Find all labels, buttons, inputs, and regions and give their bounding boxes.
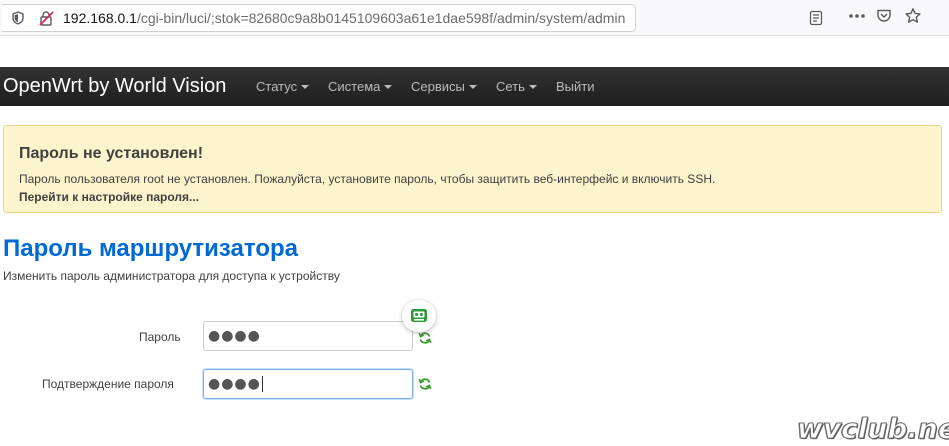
browser-toolbar: 192.168.0.1/cgi-bin/luci/;stok=82680c9a8… — [0, 0, 949, 36]
alert-title: Пароль не установлен! — [19, 145, 204, 162]
caret-down-icon — [301, 84, 310, 89]
password-manager-icon — [411, 309, 427, 322]
brand-logo[interactable]: OpenWrt by World Vision — [3, 67, 226, 106]
bookmark-star-icon[interactable] — [904, 7, 922, 25]
nav-menu-services[interactable]: Сервисы — [411, 67, 477, 106]
more-actions-icon[interactable] — [848, 10, 866, 22]
text-cursor — [261, 376, 263, 392]
confirm-password-value: ●●●● — [208, 376, 261, 392]
url-path: /cgi-bin/luci/;stok=82680c9a8b0145109603… — [136, 10, 626, 26]
top-navbar: OpenWrt by World Vision Статус Система С… — [0, 67, 949, 106]
caret-down-icon — [528, 84, 537, 89]
nav-menu-network-label: Сеть — [496, 79, 525, 94]
password-label: Пароль — [139, 330, 181, 344]
no-password-alert: Пароль не установлен! Пароль пользовател… — [3, 125, 942, 213]
generate-confirm-password-icon[interactable] — [418, 377, 432, 391]
nav-menu-network[interactable]: Сеть — [496, 67, 537, 106]
pocket-icon[interactable] — [876, 8, 892, 24]
tracking-shield-icon[interactable] — [11, 11, 25, 25]
nav-logout-label: Выйти — [556, 79, 595, 94]
url-text[interactable]: 192.168.0.1/cgi-bin/luci/;stok=82680c9a8… — [63, 10, 625, 26]
url-host: 192.168.0.1 — [63, 10, 137, 26]
nav-menu-status[interactable]: Статус — [256, 67, 310, 106]
nav-logout[interactable]: Выйти — [556, 67, 595, 106]
password-value: ●●●● — [208, 328, 261, 344]
nav-menu-system-label: Система — [328, 79, 381, 94]
url-bar[interactable]: 192.168.0.1/cgi-bin/luci/;stok=82680c9a8… — [0, 2, 949, 34]
nav-menu-status-label: Статус — [256, 79, 298, 94]
caret-down-icon — [384, 84, 393, 89]
reader-view-icon[interactable] — [808, 10, 824, 26]
page-description: Изменить пароль администратора для досту… — [3, 269, 340, 283]
password-input[interactable]: ●●●● — [203, 321, 413, 351]
page-title: Пароль маршрутизатора — [3, 235, 298, 262]
go-to-password-setup-link[interactable]: Перейти к настройке пароля... — [19, 190, 199, 204]
confirm-password-label: Подтверждение пароля — [42, 377, 174, 391]
nav-menu-system[interactable]: Система — [328, 67, 393, 106]
confirm-password-input[interactable]: ●●●● — [203, 369, 413, 399]
password-manager-button[interactable] — [402, 300, 436, 332]
caret-down-icon — [468, 84, 477, 89]
watermark-logo: wvclub.net — [796, 412, 949, 446]
insecure-connection-icon[interactable] — [38, 10, 55, 27]
alert-message: Пароль пользователя root не установлен. … — [19, 172, 716, 186]
generate-password-icon[interactable] — [418, 331, 432, 345]
nav-menu-services-label: Сервисы — [411, 79, 465, 94]
